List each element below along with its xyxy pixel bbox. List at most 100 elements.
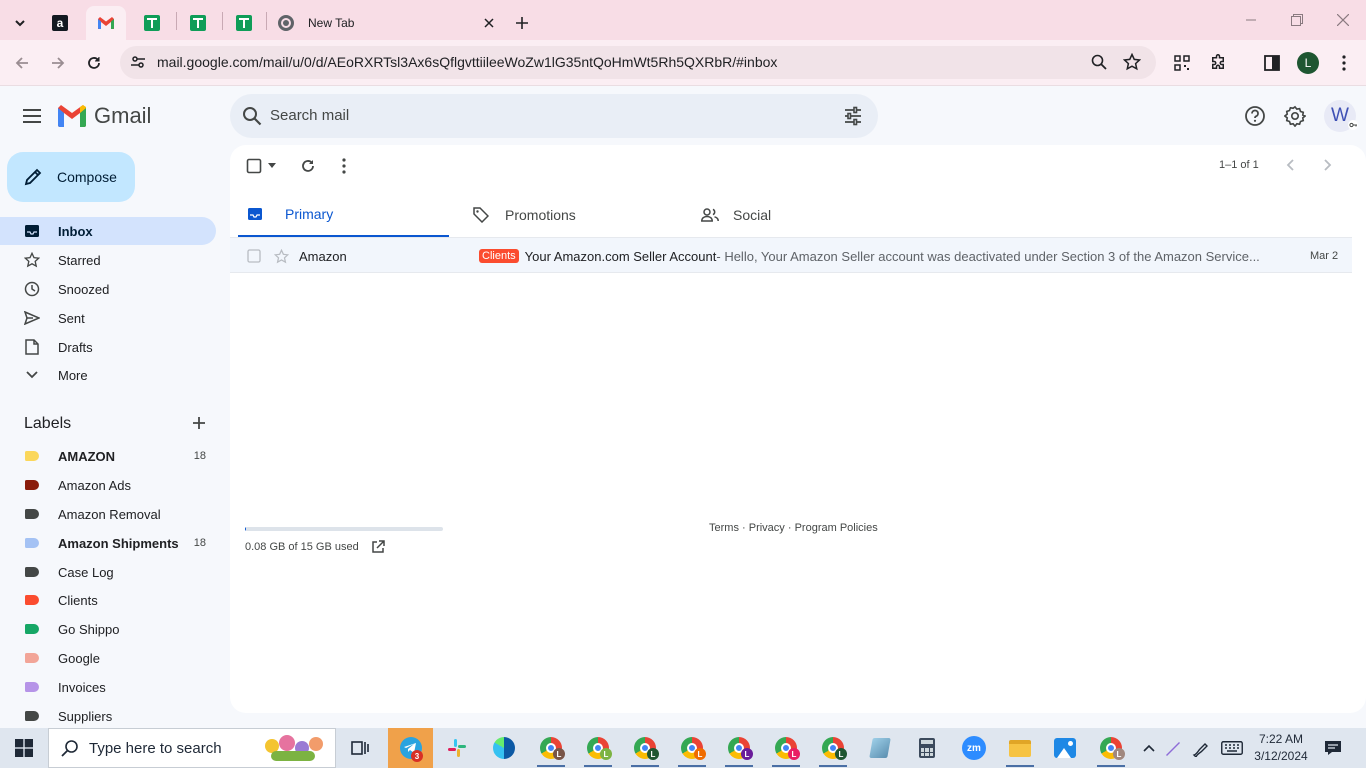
sidebar-item-snoozed[interactable]: Snoozed [0,275,216,303]
terms-link[interactable]: Terms [709,522,739,534]
taskbar-chrome-8[interactable]: L [1089,728,1133,768]
compose-button[interactable]: Compose [7,152,135,202]
tray-pen[interactable] [1160,728,1186,768]
refresh-button[interactable] [300,158,316,174]
tab-new-tab[interactable]: New Tab [272,6,504,40]
search-icon[interactable] [242,106,262,126]
sidebar-label-go-shippo[interactable]: Go Shippo [0,615,216,643]
tab-gmail[interactable] [86,6,126,40]
sidebar-label-amazon-shipments[interactable]: Amazon Shipments 18 [0,529,216,557]
taskbar-chrome-6[interactable]: L [764,728,808,768]
email-row[interactable]: Amazon Clients Your Amazon.com Seller Ac… [230,237,1352,273]
taskbar-chrome-2[interactable]: L [576,728,620,768]
taskbar-chrome-7[interactable]: L [811,728,855,768]
site-info-icon[interactable] [130,54,146,70]
tab-sheets-3[interactable] [226,6,262,40]
task-view-button[interactable] [338,728,382,768]
more-actions-button[interactable] [342,158,346,174]
sidebar-item-more[interactable]: More [0,361,216,389]
gmail-logo[interactable]: Gmail [58,103,151,129]
tab-sheets-1[interactable] [134,6,170,40]
sidebar-label-amazon[interactable]: AMAZON 18 [0,442,216,470]
sidebar-label-suppliers[interactable]: Suppliers [0,702,216,728]
forward-button[interactable] [40,40,76,86]
zoom-icon[interactable] [1091,54,1107,70]
taskbar-chrome-3[interactable]: L [623,728,667,768]
avatar: W [1324,100,1358,132]
search-options-icon[interactable] [843,106,863,126]
newer-button[interactable] [1286,159,1296,171]
show-hidden-icons-button[interactable] [1136,728,1162,768]
main-menu-button[interactable] [20,104,44,128]
caret-down-icon[interactable] [268,163,276,169]
gmail-header: Gmail Search mail W [0,87,1366,145]
reload-button[interactable] [76,40,112,86]
profile-button[interactable]: L [1290,40,1326,86]
support-button[interactable] [1244,105,1266,127]
checkbox-icon[interactable] [246,158,262,174]
sidebar-label-amazon-ads[interactable]: Amazon Ads [0,471,216,499]
program-policies-link[interactable]: Program Policies [795,522,878,534]
open-in-new-icon[interactable] [371,540,385,554]
sidebar-item-starred[interactable]: Starred [0,246,216,274]
sidebar-item-inbox[interactable]: Inbox [0,217,216,245]
qr-code-button[interactable] [1164,40,1200,86]
clock-icon [24,281,40,297]
select-all-dropdown[interactable] [246,158,276,174]
url-text: mail.google.com/mail/u/0/d/AEoRXRTsl3Ax6… [157,54,778,70]
tab-social[interactable]: Social [694,192,905,238]
tray-clock[interactable]: 7:22 AM 3/12/2024 [1250,731,1312,765]
tab-primary[interactable]: Primary [238,192,449,238]
sidebar-label-google[interactable]: Google [0,644,216,672]
taskbar-zoom[interactable]: zm [952,728,996,768]
taskbar-file-explorer[interactable] [998,728,1042,768]
older-button[interactable] [1322,159,1332,171]
sidebar-label-clients[interactable]: Clients [0,586,216,614]
sidebar-label-invoices[interactable]: Invoices [0,673,216,701]
tab-promotions[interactable]: Promotions [466,192,677,238]
label-chip[interactable]: Clients [479,249,519,263]
tab-amazon[interactable]: a [44,6,76,40]
action-center-button[interactable] [1312,728,1354,768]
taskbar-chrome-4[interactable]: L [670,728,714,768]
taskbar-chrome-1[interactable]: L [529,728,573,768]
extensions-button[interactable] [1200,40,1236,86]
tab-sheets-2[interactable] [180,6,216,40]
sidebar-item-sent[interactable]: Sent [0,304,216,332]
sidebar-label-case-log[interactable]: Case Log [0,558,216,586]
sidebar-label-amazon-removal[interactable]: Amazon Removal [0,500,216,528]
tab-search-button[interactable] [6,6,34,40]
back-button[interactable] [4,40,40,86]
account-button[interactable]: W [1324,100,1358,132]
taskbar-search[interactable]: Type here to search [48,728,336,768]
browser-menu-button[interactable] [1326,40,1362,86]
create-label-button[interactable] [191,415,207,431]
taskbar-notepad[interactable] [858,728,902,768]
privacy-link[interactable]: Privacy [749,522,785,534]
bookmark-star-icon[interactable] [1123,53,1141,71]
sidebar-item-drafts[interactable]: Drafts [0,333,216,361]
taskbar-telegram[interactable]: 3 [388,728,433,768]
tray-touch-keyboard[interactable] [1214,728,1250,768]
row-checkbox[interactable] [247,238,261,274]
more-vert-icon [1342,55,1346,71]
settings-button[interactable] [1284,105,1306,127]
new-tab-button[interactable] [508,6,536,40]
address-bar[interactable]: mail.google.com/mail/u/0/d/AEoRXRTsl3Ax6… [120,46,1156,79]
start-button[interactable] [2,728,46,768]
taskbar-photos[interactable] [1043,728,1087,768]
search-bar[interactable]: Search mail [230,94,878,138]
taskbar-chrome-5[interactable]: L [717,728,761,768]
taskbar-calculator[interactable] [905,728,949,768]
tray-ink-workspace[interactable] [1188,728,1214,768]
taskbar-edge[interactable] [482,728,526,768]
row-star[interactable] [274,238,289,274]
taskbar-slack[interactable] [435,728,479,768]
close-icon[interactable] [484,18,494,28]
side-panel-button[interactable] [1254,40,1290,86]
restore-button[interactable] [1274,0,1320,40]
close-window-button[interactable] [1320,0,1366,40]
sidebar-item-label: Clients [58,592,98,608]
search-input[interactable]: Search mail [270,107,349,124]
minimize-button[interactable] [1228,0,1274,40]
